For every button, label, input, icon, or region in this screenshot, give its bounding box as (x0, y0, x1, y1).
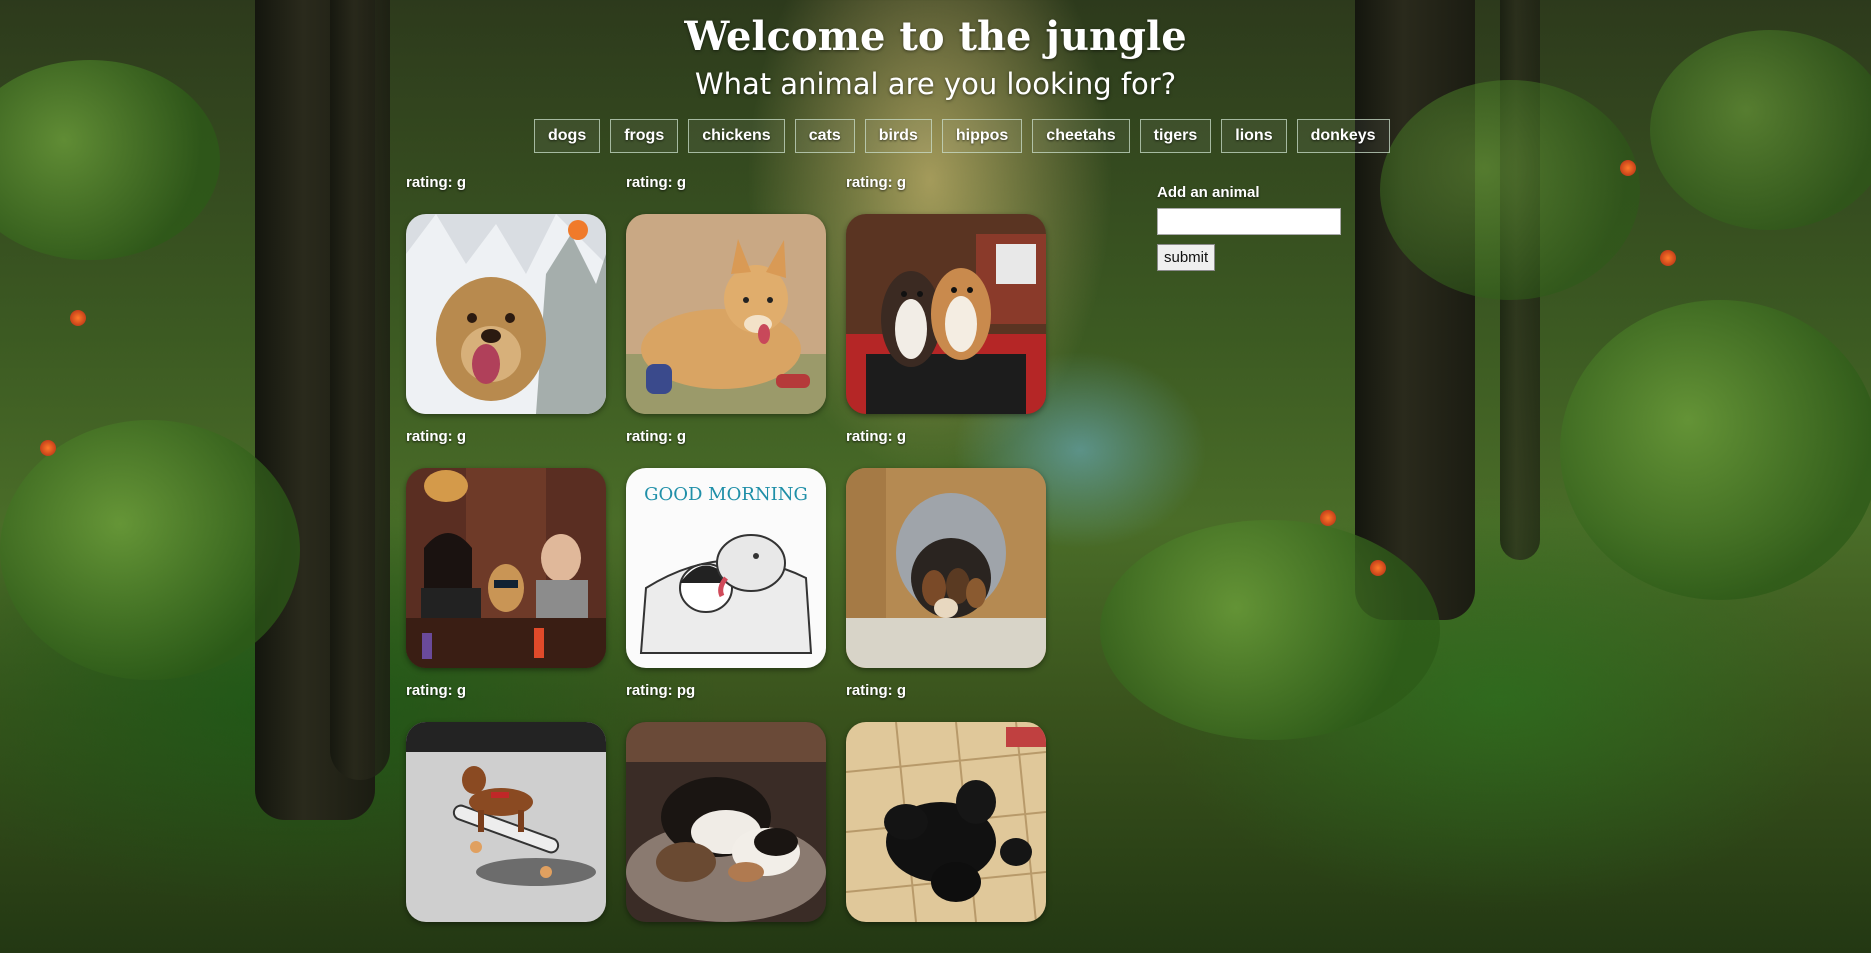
animal-button-chickens[interactable]: chickens (688, 119, 785, 153)
flower (40, 440, 56, 456)
gif-card: rating: g (406, 680, 606, 922)
gif-rating: rating: g (846, 682, 906, 699)
gif-card: rating: g (406, 172, 606, 414)
submit-button[interactable]: submit (1157, 244, 1216, 271)
animal-button-hippos[interactable]: hippos (941, 119, 1023, 153)
flower (1620, 160, 1636, 176)
tree-trunk (330, 0, 390, 780)
gif-rating: rating: g (626, 428, 686, 445)
flower (1660, 250, 1676, 266)
animal-button-cheetahs[interactable]: cheetahs (1032, 119, 1130, 153)
gif-image-good-morning-cartoon[interactable]: GOOD MORNING (626, 468, 826, 668)
cartoon-caption: GOOD MORNING (644, 484, 808, 505)
animal-button-birds[interactable]: birds (864, 119, 932, 153)
animal-button-frogs[interactable]: frogs (610, 119, 679, 153)
animal-button-tigers[interactable]: tigers (1139, 119, 1212, 153)
gif-image-dogs-treadmill[interactable] (846, 214, 1046, 414)
animal-button-bar: dogs frogs chickens cats birds hippos ch… (534, 119, 1390, 153)
gif-image-corgi[interactable] (626, 214, 826, 414)
page-title: Welcome to the jungle (684, 13, 1187, 60)
gif-card: rating: g (846, 680, 1046, 922)
foliage (0, 420, 300, 680)
add-animal-label: Add an animal (1157, 184, 1260, 201)
animal-button-dogs[interactable]: dogs (534, 119, 601, 153)
gif-card: rating: g (406, 426, 606, 668)
page-subtitle: What animal are you looking for? (694, 67, 1177, 101)
gif-rating: rating: g (846, 174, 906, 191)
add-animal-form: Add an animal submit (1157, 184, 1341, 271)
animal-button-cats[interactable]: cats (794, 119, 855, 153)
flower (1370, 560, 1386, 576)
gif-image-golden-retriever-snow[interactable] (406, 214, 606, 414)
flower (70, 310, 86, 326)
gif-card: rating: g (846, 172, 1046, 414)
gif-image-black-puppies-tiles[interactable] (846, 722, 1046, 922)
gif-rating: rating: g (626, 174, 686, 191)
animal-button-donkeys[interactable]: donkeys (1296, 119, 1390, 153)
flower (1320, 510, 1336, 526)
foliage (1380, 80, 1640, 300)
animal-button-lions[interactable]: lions (1221, 119, 1287, 153)
gif-grid: rating: g rating: g rating: g rating: g … (406, 172, 1066, 922)
gif-rating: rating: g (406, 174, 466, 191)
gif-card: rating: pg (626, 680, 826, 922)
gif-image-basset-hounds-sleeping[interactable] (626, 722, 826, 922)
gif-card: rating: g (846, 426, 1046, 668)
foliage (1100, 520, 1440, 740)
gif-rating: rating: g (406, 428, 466, 445)
gif-rating: rating: g (846, 428, 906, 445)
gif-card: rating: g (626, 172, 826, 414)
gif-rating: rating: pg (626, 682, 696, 699)
gif-rating: rating: g (406, 682, 466, 699)
gif-image-dog-with-people[interactable] (406, 468, 606, 668)
add-animal-input[interactable] (1157, 208, 1341, 235)
gif-image-puppies-in-bed[interactable] (846, 468, 1046, 668)
gif-image-dachshund-skateboard[interactable] (406, 722, 606, 922)
gif-card: rating: g GOOD MORNING (626, 426, 826, 668)
foliage (1560, 300, 1871, 600)
page-header: Welcome to the jungle What animal are yo… (0, 6, 1871, 106)
